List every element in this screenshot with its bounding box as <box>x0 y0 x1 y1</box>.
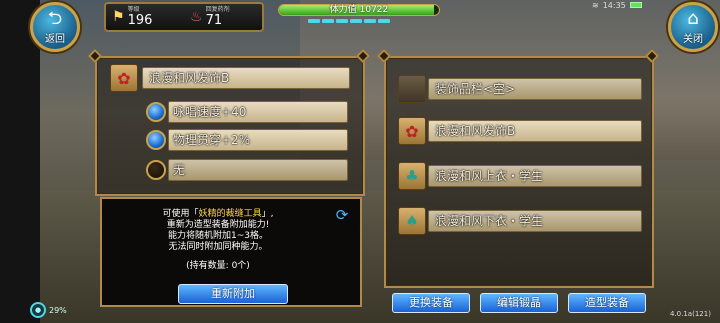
equip-slot-accessory[interactable]: 装饰品栏<空> <box>428 78 642 100</box>
hair-ornament-icon: ✿ <box>110 64 138 92</box>
empty-orb-icon <box>146 160 166 180</box>
wifi-icon: ≋ <box>592 0 599 10</box>
tool-name-highlight: 妖精的裁缝工具 <box>198 209 262 219</box>
empty-slot-icon <box>398 75 426 103</box>
ability-orb-icon <box>146 130 166 150</box>
info-line-3: 能力将随机附加1~3格。 <box>168 231 268 241</box>
mp-segment <box>378 19 390 23</box>
selected-item-name: 浪漫和风发饰B <box>142 67 350 89</box>
hp-text: 体力值 10722 <box>329 5 389 15</box>
edit-crystal-button[interactable]: 编辑锻晶 <box>480 293 558 313</box>
style-equipment-button[interactable]: 造型装备 <box>568 293 646 313</box>
status-clock: ≋ 14:35 <box>592 0 654 10</box>
player-stats-panel: ⚑ 等级 196 ♨ 回复药剂 71 <box>104 2 264 32</box>
return-arrow-icon: ⮌ <box>47 7 63 29</box>
equip-slot-bottom[interactable]: 浪漫和风下衣・学生 <box>428 210 642 232</box>
ability-slot-2: 物理贯穿+2% <box>168 129 348 151</box>
exp-percent: 29% <box>49 306 67 315</box>
mp-segment <box>350 19 362 23</box>
home-icon: ⌂ <box>687 7 699 29</box>
info-line-1-prefix: 可使用「 <box>162 209 199 219</box>
bottom-outfit-icon: ♠ <box>398 207 426 235</box>
mp-segment <box>322 19 334 23</box>
back-button[interactable]: ⮌ 返回 <box>30 2 80 52</box>
info-line-4: 无法同时附加同种能力。 <box>168 242 268 252</box>
owned-count: (持有数量: 0个) <box>186 261 250 271</box>
ability-orb-icon <box>146 102 166 122</box>
hair-ornament-icon: ✿ <box>398 117 426 145</box>
ability-slot-3: 无 <box>168 159 348 181</box>
potion-icon: ♨ <box>190 9 203 25</box>
mp-segments <box>308 19 390 23</box>
ability-slot-1: 咏唱速度+40 <box>168 101 348 123</box>
back-button-label: 返回 <box>45 33 65 45</box>
potion-value: 71 <box>205 13 223 28</box>
version-text: 4.0.1a(121) <box>670 310 711 318</box>
info-line-1: 可使用「妖精的裁缝工具」, <box>102 209 334 220</box>
screen-edge <box>0 0 40 323</box>
hp-gauge: 体力值 10722 <box>278 2 440 26</box>
equip-slot-top[interactable]: 浪漫和风上衣・学生 <box>428 165 642 187</box>
close-button-label: 关闭 <box>683 33 703 45</box>
change-equipment-button[interactable]: 更换装备 <box>392 293 470 313</box>
level-block: ⚑ 等级 196 <box>106 6 184 28</box>
clock-text: 14:35 <box>602 0 626 10</box>
info-line-1-suffix: 」, <box>261 209 274 219</box>
battery-icon <box>629 2 642 8</box>
refresh-icon: ⟳ <box>335 206 349 224</box>
level-value: 196 <box>127 13 153 28</box>
mp-segment <box>308 19 320 23</box>
potion-block: ♨ 回复药剂 71 <box>184 6 262 28</box>
mp-segment <box>364 19 376 23</box>
info-line-2: 重新为造型装备附加能力! <box>166 220 270 230</box>
close-button[interactable]: ⌂ 关闭 <box>668 2 718 52</box>
top-outfit-icon: ♣ <box>398 162 426 190</box>
reattach-button[interactable]: 重新附加 <box>178 284 288 304</box>
exp-ring-icon: ● <box>30 302 46 318</box>
equip-slot-hair[interactable]: 浪漫和风发饰B <box>428 120 642 142</box>
level-icon: ⚑ <box>112 9 125 25</box>
mp-segment <box>336 19 348 23</box>
reattach-info-box: 可使用「妖精的裁缝工具」, 重新为造型装备附加能力! 能力将随机附加1~3格。 … <box>100 197 362 307</box>
